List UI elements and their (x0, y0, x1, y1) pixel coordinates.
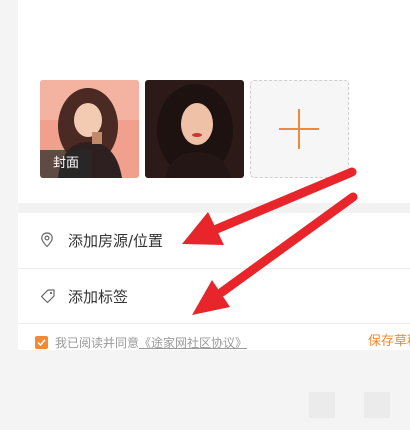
toolbar-button[interactable] (309, 392, 335, 418)
photo-thumbnail[interactable] (145, 80, 244, 178)
add-photo-button[interactable] (250, 80, 349, 178)
row-divider (18, 323, 410, 324)
section-divider (18, 203, 410, 213)
add-tags-label: 添加标签 (68, 288, 129, 306)
portrait-photo-image (145, 80, 244, 178)
add-location-row[interactable]: 添加房源/位置 (18, 213, 410, 269)
checkmark-icon (37, 338, 46, 346)
agreement-text: 我已阅读并同意 (55, 335, 140, 350)
location-pin-icon (41, 232, 53, 248)
photo-thumbnail-cover[interactable]: 封面 (40, 80, 139, 178)
left-gutter (0, 0, 18, 430)
save-draft-button[interactable]: 保存草稿 (368, 332, 410, 352)
add-location-label: 添加房源/位置 (68, 232, 164, 250)
toolbar-button[interactable] (364, 392, 390, 418)
agreement-checkbox[interactable] (35, 335, 48, 349)
bottom-toolbar (18, 350, 410, 430)
add-tags-row[interactable]: 添加标签 (18, 269, 410, 325)
cover-badge: 封面 (40, 150, 92, 178)
tag-icon (40, 289, 55, 304)
community-agreement-link[interactable]: 《途家网社区协议》 (139, 334, 247, 351)
plus-icon (279, 109, 319, 149)
agreement-line: 我已阅读并同意 《途家网社区协议》 (35, 332, 247, 352)
